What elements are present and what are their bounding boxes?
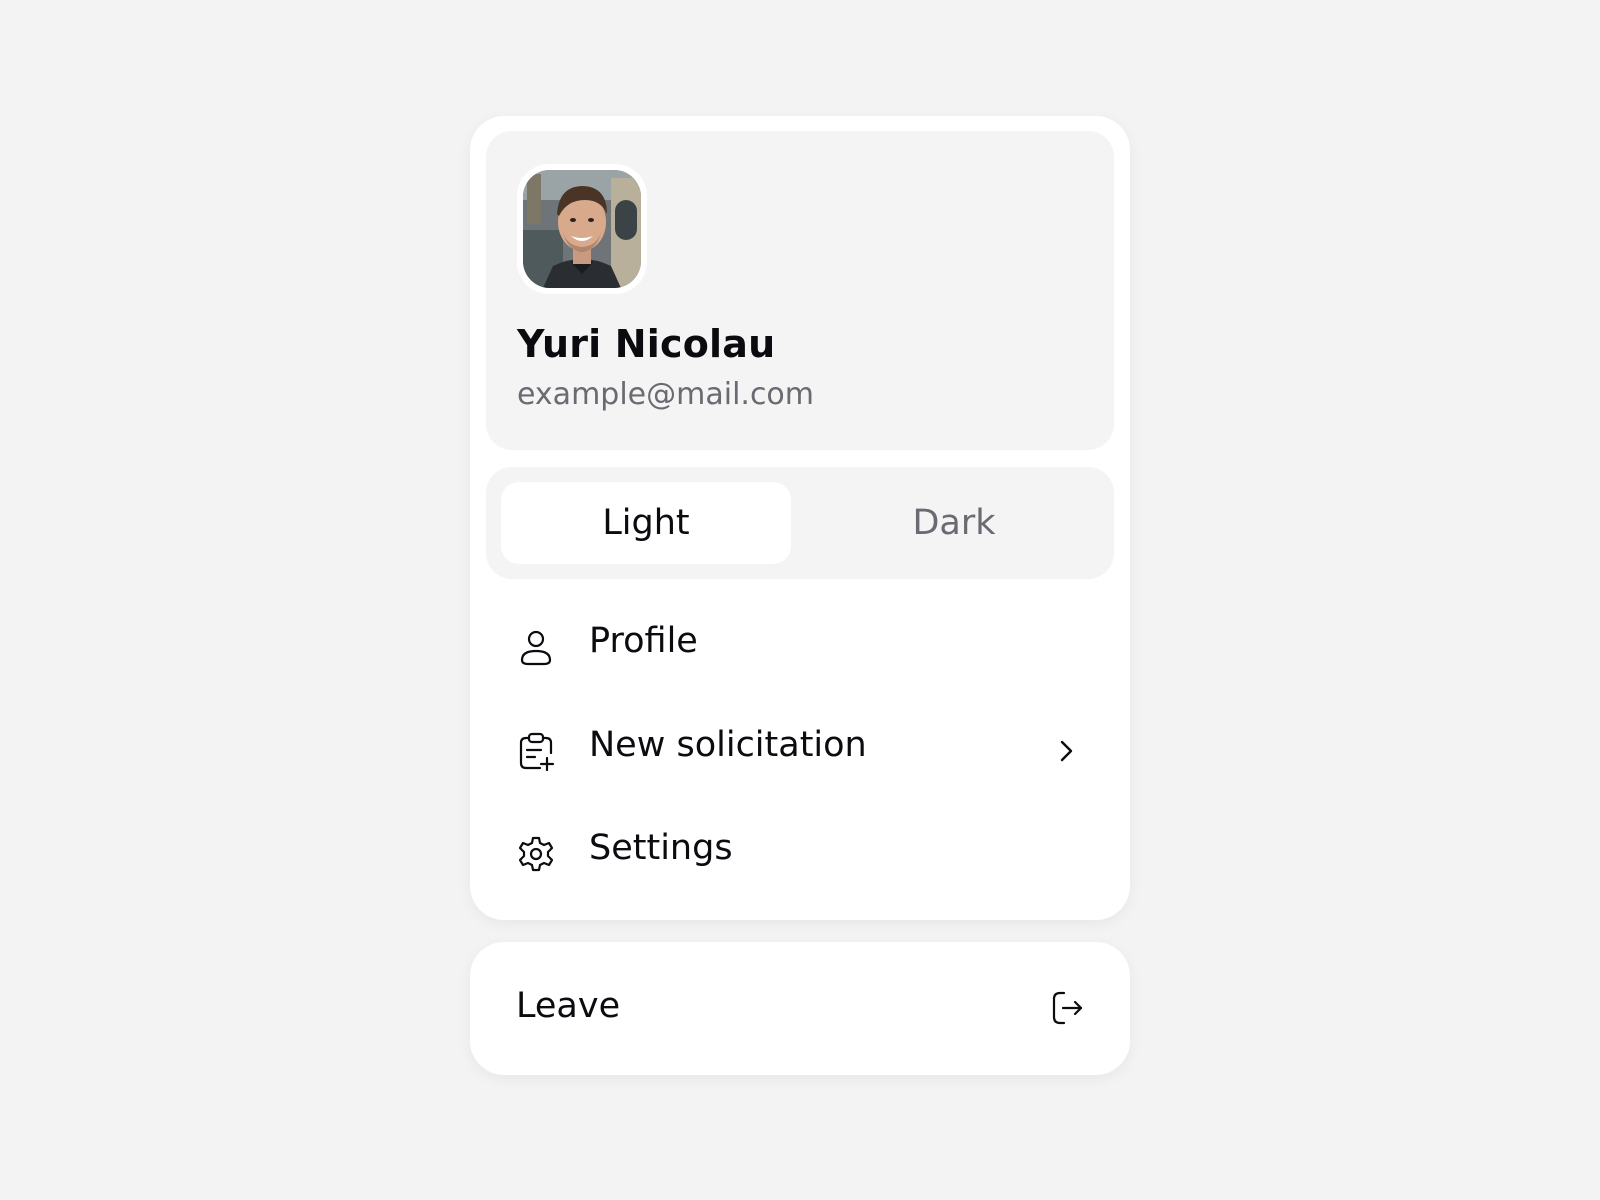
menu-item-label: Settings [589,828,733,868]
theme-option-dark[interactable]: Dark [809,482,1099,564]
menu-item-profile[interactable]: Profile [470,599,1130,695]
account-menu: Yuri Nicolau example@mail.com Light Dark… [470,116,1130,920]
theme-switch: Light Dark [486,467,1114,579]
avatar-photo [523,170,641,288]
leave-button[interactable]: Leave [470,942,1130,1075]
menu-item-label: New solicitation [589,725,867,765]
user-info-panel: Yuri Nicolau example@mail.com [486,131,1114,450]
avatar-frame [517,164,647,294]
gear-icon [518,836,554,872]
user-name: Yuri Nicolau [517,322,776,366]
chevron-right-icon [1060,740,1073,762]
leave-label: Leave [516,986,621,1026]
theme-option-light[interactable]: Light [501,482,791,564]
logout-icon [1052,991,1083,1025]
user-icon [520,630,552,666]
menu-item-new-solicitation[interactable]: New solicitation [470,703,1130,799]
menu-item-settings[interactable]: Settings [470,806,1130,902]
user-email: example@mail.com [517,377,815,412]
avatar [523,170,641,288]
clipboard-plus-icon [519,732,555,771]
menu-item-label: Profile [589,621,698,661]
